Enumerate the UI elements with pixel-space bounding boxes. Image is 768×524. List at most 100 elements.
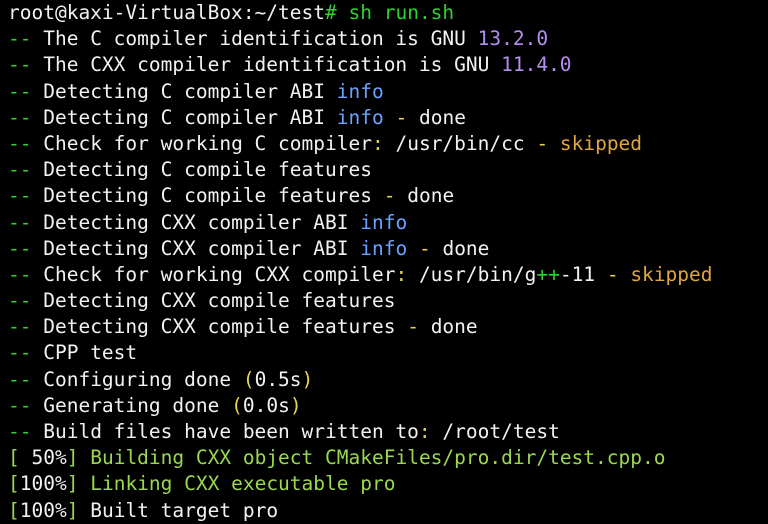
bracket-close: ] — [66, 498, 79, 522]
line-prefix: -- — [8, 289, 32, 313]
output-line-cxx-feat: -- Detecting CXX compile features — [8, 288, 768, 314]
line-text: Check for working C compiler — [43, 131, 372, 155]
output-line-build-files: -- Build files have been written to: /ro… — [8, 419, 768, 445]
info-keyword: info — [336, 105, 384, 129]
line-prefix: -- — [8, 262, 32, 286]
dash-separator: - — [407, 315, 419, 339]
output-line-cpp-test: -- CPP test — [8, 340, 768, 366]
progress-percent: 50% — [19, 446, 67, 470]
elapsed-time: 0.0s — [242, 393, 290, 417]
compiler-path: /usr/bin/cc — [395, 131, 525, 155]
line-text: Detecting CXX compile features — [43, 315, 396, 339]
paren-close: ) — [289, 393, 302, 417]
line-text: Build files have been written to — [43, 420, 419, 443]
output-line-c-abi-done: -- Detecting C compiler ABI info - done — [8, 105, 768, 131]
version-number: 11.4.0 — [501, 53, 572, 77]
make-line-linking: [100%] Linking CXX executable pro — [8, 471, 768, 497]
prompt-line: root@kaxi-VirtualBox:~/test# sh run.sh — [8, 0, 768, 26]
line-prefix: -- — [8, 158, 32, 182]
line-prefix: -- — [8, 315, 32, 339]
done-status: done — [418, 105, 466, 129]
info-keyword: info — [360, 210, 408, 234]
output-line-configuring: -- Configuring done (0.5s) — [8, 367, 768, 393]
done-status: done — [442, 236, 490, 260]
line-prefix: -- — [8, 184, 32, 208]
dash-separator: - — [536, 131, 549, 155]
output-line-cxx-abi-done: -- Detecting CXX compiler ABI info - don… — [8, 236, 768, 262]
colon: : — [371, 131, 384, 155]
line-text: CPP test — [43, 341, 138, 365]
line-prefix: -- — [8, 53, 32, 77]
output-line-c-feat: -- Detecting C compile features — [8, 157, 768, 183]
line-prefix: -- — [8, 367, 32, 391]
line-text: The C compiler identification is GNU — [43, 27, 466, 51]
done-status: done — [430, 315, 478, 339]
info-keyword: info — [336, 79, 384, 103]
make-step-text: Built target pro — [90, 498, 279, 522]
line-prefix: -- — [8, 236, 32, 260]
output-line-cxx-abi: -- Detecting CXX compiler ABI info — [8, 210, 768, 236]
bracket-open: [ — [8, 472, 20, 496]
make-line-built: [100%] Built target pro — [8, 498, 768, 524]
progress-percent: 100% — [19, 498, 67, 522]
bracket-open: [ — [8, 498, 20, 522]
output-line-c-abi: -- Detecting C compiler ABI info — [8, 79, 768, 105]
dash-separator: - — [606, 262, 619, 286]
prompt-command: sh run.sh — [348, 1, 455, 24]
line-text: The CXX compiler identification is GNU — [43, 53, 490, 77]
make-step-text: Linking CXX executable pro — [90, 472, 396, 496]
skipped-status: skipped — [630, 262, 713, 286]
prompt-path: :~/test — [242, 1, 325, 24]
line-text: Detecting C compile features — [43, 184, 372, 208]
done-status: done — [407, 184, 455, 208]
line-text: Configuring done — [43, 367, 232, 391]
output-line-c-id: -- The C compiler identification is GNU … — [8, 26, 768, 52]
line-prefix: -- — [8, 105, 32, 129]
line-text: Detecting CXX compile features — [43, 289, 396, 313]
line-prefix: -- — [8, 79, 32, 103]
bracket-open: [ — [8, 446, 20, 470]
line-prefix: -- — [8, 210, 32, 234]
elapsed-time: 0.5s — [254, 367, 302, 391]
line-prefix: -- — [8, 27, 32, 51]
output-line-cxx-id: -- The CXX compiler identification is GN… — [8, 52, 768, 78]
line-text: Detecting CXX compiler ABI — [43, 236, 349, 260]
output-line-cxx-check: -- Check for working CXX compiler: /usr/… — [8, 262, 768, 288]
colon: : — [395, 262, 408, 286]
output-line-generating: -- Generating done (0.0s) — [8, 393, 768, 419]
dash-separator: - — [418, 236, 431, 260]
line-text: Generating done — [43, 393, 220, 417]
output-line-c-feat-done: -- Detecting C compile features - done — [8, 183, 768, 209]
paren-open: ( — [231, 393, 243, 417]
line-prefix: -- — [8, 393, 32, 417]
line-text: Detecting C compile features — [43, 158, 372, 182]
compiler-path: /usr/bin/g — [418, 262, 537, 286]
line-prefix: -- — [8, 131, 32, 155]
make-step-text: Building CXX object CMakeFiles/pro.dir/t… — [90, 446, 666, 470]
bracket-close: ] — [66, 472, 79, 496]
line-prefix: -- — [8, 341, 32, 365]
progress-percent: 100% — [19, 472, 67, 496]
prompt-user-host: root@kaxi-VirtualBox — [8, 1, 243, 24]
prompt-symbol: # — [325, 1, 337, 24]
info-keyword: info — [360, 236, 408, 260]
colon: : — [418, 420, 431, 443]
skipped-status: skipped — [559, 131, 643, 155]
line-text: Detecting C compiler ABI — [43, 105, 325, 129]
dash-separator: - — [383, 184, 396, 208]
paren-close: ) — [301, 367, 314, 391]
plus-operator: ++ — [536, 262, 560, 286]
line-text: Check for working CXX compiler — [43, 262, 396, 286]
line-text: Detecting CXX compiler ABI — [43, 210, 349, 234]
make-line-building: [ 50%] Building CXX object CMakeFiles/pr… — [8, 445, 768, 471]
build-path: /root/test — [442, 420, 560, 443]
output-line-cxx-feat-done: -- Detecting CXX compile features - done — [8, 314, 768, 340]
terminal-window[interactable]: root@kaxi-VirtualBox:~/test# sh run.sh -… — [0, 0, 768, 524]
line-prefix: -- — [8, 420, 32, 443]
output-line-c-check: -- Check for working C compiler: /usr/bi… — [8, 131, 768, 157]
line-text: Detecting C compiler ABI — [43, 79, 325, 103]
compiler-path-suffix: -11 — [559, 262, 596, 286]
paren-open: ( — [242, 367, 255, 391]
bracket-close: ] — [66, 446, 79, 470]
dash-separator: - — [395, 105, 408, 129]
